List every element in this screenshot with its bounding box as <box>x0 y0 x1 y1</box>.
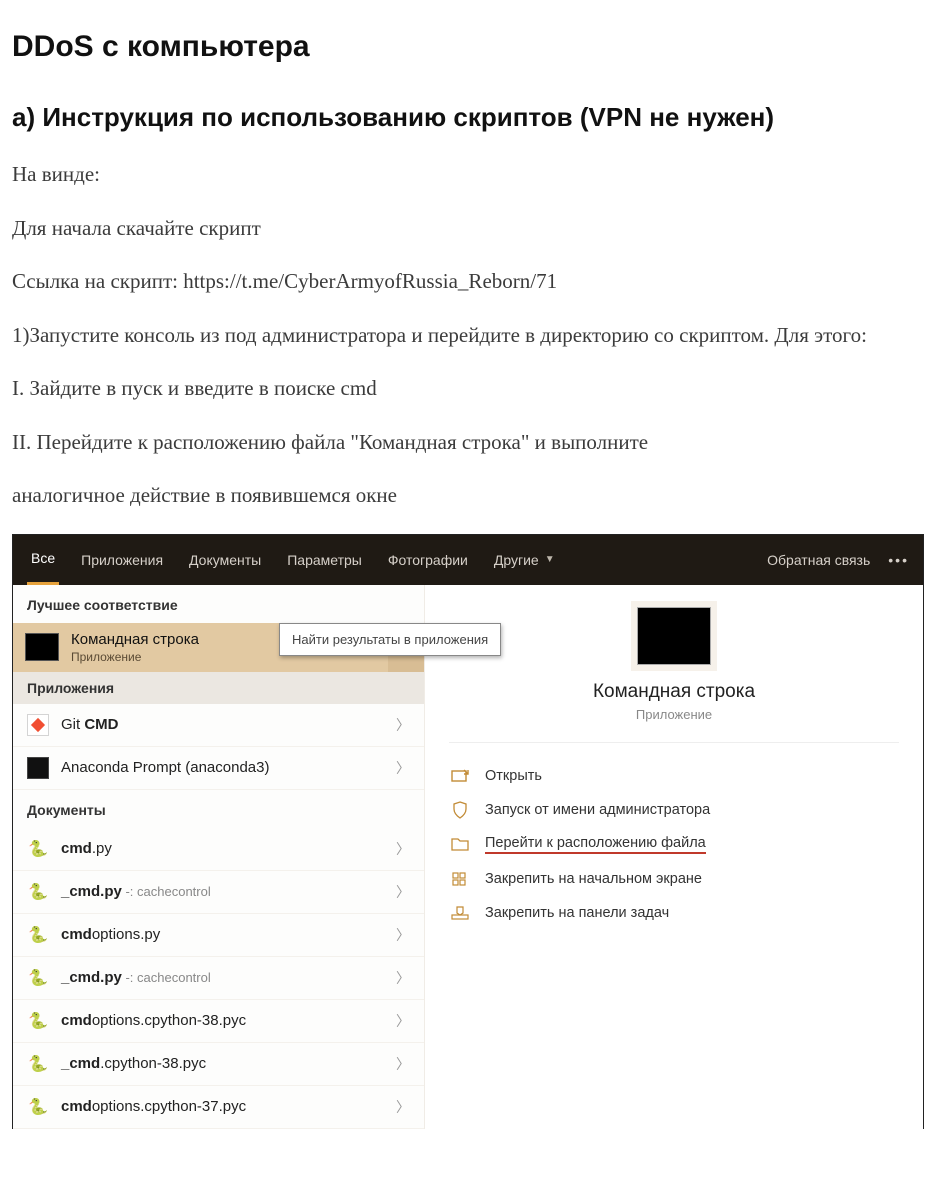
doc-result[interactable]: 🐍 _cmd.cpython-38.pyc 〉 <box>13 1043 424 1086</box>
doc-result[interactable]: 🐍 cmdoptions.py 〉 <box>13 914 424 957</box>
shield-icon <box>451 801 471 819</box>
pin-taskbar-icon <box>451 904 471 922</box>
doc-result[interactable]: 🐍 cmdoptions.cpython-37.pyc 〉 <box>13 1086 424 1129</box>
git-icon <box>27 714 49 736</box>
tab-other[interactable]: Другие ▼ <box>490 535 559 585</box>
more-icon[interactable]: ••• <box>888 552 909 568</box>
tooltip: Найти результаты в приложения <box>279 623 501 656</box>
action-list: Открыть Запуск от имени администратора П… <box>449 743 899 930</box>
chevron-right-icon: 〉 <box>396 1011 410 1031</box>
paragraph-link: Ссылка на скрипт: https://t.me/CyberArmy… <box>12 266 924 298</box>
chevron-right-icon: 〉 <box>396 1054 410 1074</box>
action-label: Закрепить на панели задач <box>485 905 669 921</box>
doc-result[interactable]: 🐍 _cmd.py -: cachecontrol 〉 <box>13 957 424 1000</box>
best-match-label: Лучшее соответствие <box>13 585 424 623</box>
doc-result[interactable]: 🐍 cmd.py 〉 <box>13 828 424 871</box>
chevron-right-icon: 〉 <box>396 968 410 988</box>
action-pin-taskbar[interactable]: Закрепить на панели задач <box>449 896 899 930</box>
best-match-subtitle: Приложение <box>71 650 199 664</box>
doc-result-label: cmdoptions.cpython-37.pyc <box>61 1098 384 1115</box>
section-heading: а) Инструкция по использованию скриптов … <box>12 102 924 133</box>
doc-result-label: cmdoptions.cpython-38.pyc <box>61 1012 384 1029</box>
doc-result-label: _cmd.py -: cachecontrol <box>61 969 384 986</box>
app-result-label: Git CMD <box>61 716 384 733</box>
doc-result-label: cmdoptions.py <box>61 926 384 943</box>
tab-documents[interactable]: Документы <box>185 535 265 585</box>
paragraph: Для начала скачайте скрипт <box>12 213 924 245</box>
action-label: Открыть <box>485 768 542 784</box>
chevron-right-icon: 〉 <box>396 925 410 945</box>
chevron-right-icon: 〉 <box>396 1097 410 1117</box>
pin-start-icon <box>451 870 471 888</box>
best-match-title: Командная строка <box>71 631 199 648</box>
page-title: DDoS с компьютера <box>12 30 924 64</box>
feedback-link[interactable]: Обратная связь <box>767 552 870 568</box>
paragraph: 1)Запустите консоль из под администратор… <box>12 320 924 352</box>
app-result-label: Anaconda Prompt (anaconda3) <box>61 759 384 776</box>
cmd-large-icon <box>637 607 711 665</box>
chevron-right-icon: 〉 <box>396 758 410 778</box>
python-file-icon: 🐍 <box>27 967 49 989</box>
action-run-as-admin[interactable]: Запуск от имени администратора <box>449 793 899 827</box>
open-icon <box>451 767 471 785</box>
tab-apps[interactable]: Приложения <box>77 535 167 585</box>
tab-settings[interactable]: Параметры <box>283 535 366 585</box>
paragraph: I. Зайдите в пуск и введите в поиске cmd <box>12 373 924 405</box>
paragraph: На винде: <box>12 159 924 191</box>
chevron-right-icon: 〉 <box>396 882 410 902</box>
search-results-column: Лучшее соответствие Командная строка При… <box>13 585 425 1129</box>
tab-other-label: Другие <box>494 552 539 568</box>
tab-photos[interactable]: Фотографии <box>384 535 472 585</box>
python-bytecode-icon: 🐍 <box>27 1010 49 1032</box>
documents-section-label: Документы <box>13 790 424 828</box>
python-bytecode-icon: 🐍 <box>27 1096 49 1118</box>
chevron-right-icon: 〉 <box>396 715 410 735</box>
doc-result[interactable]: 🐍 cmdoptions.cpython-38.pyc 〉 <box>13 1000 424 1043</box>
chevron-down-icon: ▼ <box>545 554 555 565</box>
action-open-file-location[interactable]: Перейти к расположению файла <box>449 827 899 862</box>
action-open[interactable]: Открыть <box>449 759 899 793</box>
windows-search-screenshot: Все Приложения Документы Параметры Фотог… <box>12 534 924 1129</box>
action-pin-start[interactable]: Закрепить на начальном экране <box>449 862 899 896</box>
detail-subtitle: Приложение <box>449 707 899 743</box>
action-label: Закрепить на начальном экране <box>485 871 702 887</box>
app-result-anaconda[interactable]: Anaconda Prompt (anaconda3) 〉 <box>13 747 424 790</box>
detail-title: Командная строка <box>449 681 899 703</box>
python-bytecode-icon: 🐍 <box>27 1053 49 1075</box>
python-file-icon: 🐍 <box>27 881 49 903</box>
search-filter-tabs: Все Приложения Документы Параметры Фотог… <box>13 535 923 585</box>
apps-section-label: Приложения <box>13 672 424 704</box>
folder-icon <box>451 835 471 853</box>
action-label: Запуск от имени администратора <box>485 802 710 818</box>
chevron-right-icon: 〉 <box>396 839 410 859</box>
terminal-icon <box>27 757 49 779</box>
doc-result-label: _cmd.py -: cachecontrol <box>61 883 384 900</box>
python-file-icon: 🐍 <box>27 924 49 946</box>
doc-result-label: _cmd.cpython-38.pyc <box>61 1055 384 1072</box>
paragraph: II. Перейдите к расположению файла "Кома… <box>12 427 924 459</box>
doc-result-label: cmd.py <box>61 840 384 857</box>
doc-result[interactable]: 🐍 _cmd.py -: cachecontrol 〉 <box>13 871 424 914</box>
app-result-git-cmd[interactable]: Git CMD 〉 <box>13 704 424 747</box>
tab-all[interactable]: Все <box>27 535 59 585</box>
cmd-icon <box>25 633 59 661</box>
action-label: Перейти к расположению файла <box>485 835 706 854</box>
paragraph: аналогичное действие в появившемся окне <box>12 480 924 512</box>
python-file-icon: 🐍 <box>27 838 49 860</box>
